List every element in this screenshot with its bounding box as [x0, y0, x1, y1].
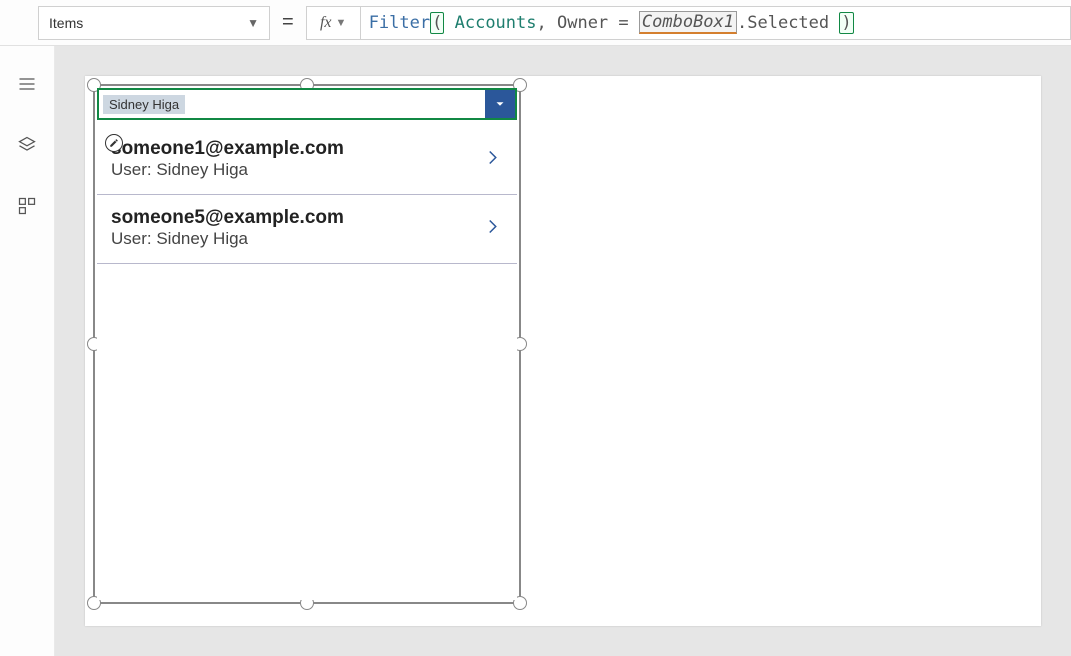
edit-template-icon[interactable]: [105, 134, 123, 152]
gallery-item-arrow[interactable]: [483, 218, 501, 241]
gallery-item-arrow[interactable]: [483, 149, 501, 172]
chevron-down-icon: [493, 97, 507, 111]
left-sidebar: [0, 46, 55, 656]
components-icon[interactable]: [17, 196, 37, 221]
token-control-ref: ComboBox1: [639, 11, 737, 34]
property-selector[interactable]: Items ▼: [38, 6, 270, 40]
fx-label: fx: [320, 14, 332, 32]
main-area: Sidney Higa someone1@example.com User: S…: [0, 46, 1071, 656]
selected-control-frame[interactable]: Sidney Higa someone1@example.com User: S…: [93, 84, 521, 604]
chevron-down-icon: ▼: [336, 17, 347, 29]
formula-input[interactable]: Filter( Accounts, Owner = ComboBox1.Sele…: [360, 6, 1071, 40]
property-name: Items: [49, 15, 83, 31]
layers-icon[interactable]: [17, 135, 37, 160]
canvas[interactable]: Sidney Higa someone1@example.com User: S…: [55, 46, 1071, 656]
fx-button[interactable]: fx ▼: [306, 6, 360, 40]
token-paren-open: (: [430, 12, 444, 34]
combobox-control[interactable]: Sidney Higa: [97, 88, 517, 120]
screen[interactable]: Sidney Higa someone1@example.com User: S…: [85, 76, 1041, 626]
gallery-control[interactable]: someone1@example.com User: Sidney Higa s…: [97, 126, 517, 600]
gallery-item-subtitle: User: Sidney Higa: [111, 160, 503, 180]
hamburger-icon[interactable]: [17, 74, 37, 99]
gallery-item[interactable]: someone5@example.com User: Sidney Higa: [97, 195, 517, 264]
gallery-item-subtitle: User: Sidney Higa: [111, 229, 503, 249]
token-identifier: Accounts: [455, 13, 537, 33]
combobox-dropdown-button[interactable]: [485, 90, 515, 118]
combobox-selected-tag: Sidney Higa: [103, 95, 185, 114]
formula-bar: Items ▼ = fx ▼ Filter( Accounts, Owner =…: [0, 0, 1071, 46]
gallery-item[interactable]: someone1@example.com User: Sidney Higa: [97, 126, 517, 195]
token-function: Filter: [369, 13, 430, 33]
token-paren-close: ): [839, 12, 853, 34]
token-member: .Selected: [737, 13, 829, 33]
chevron-right-icon: [483, 149, 501, 167]
equals-sign: =: [282, 11, 294, 34]
gallery-item-title: someone1@example.com: [111, 138, 503, 160]
chevron-right-icon: [483, 218, 501, 236]
chevron-down-icon: ▼: [247, 16, 259, 30]
gallery-item-title: someone5@example.com: [111, 207, 503, 229]
token-field: Owner: [557, 13, 608, 33]
